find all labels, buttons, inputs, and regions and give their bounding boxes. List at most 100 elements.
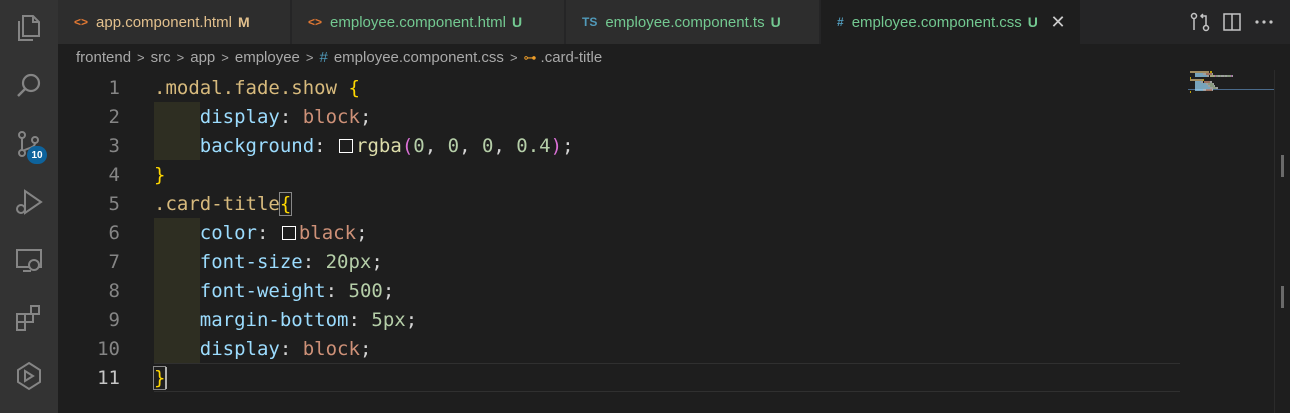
code-token: block [302, 105, 360, 128]
code-token: , [493, 134, 517, 157]
breadcrumb-folder[interactable]: employee [235, 49, 300, 66]
code-line: 7 font-size: 20px; [58, 247, 1180, 276]
minimap-token [1216, 87, 1218, 89]
tab-status: M [237, 14, 250, 30]
tab-employee-component-ts[interactable]: TS employee.component.ts U [566, 0, 820, 44]
code-token: 0.4 [516, 134, 551, 157]
code-token: color [199, 221, 257, 244]
tab-status: U [511, 14, 523, 30]
scrollbar-marker [1281, 155, 1284, 177]
activity-bar: 10 [0, 0, 58, 413]
devops-icon[interactable] [9, 356, 49, 396]
explorer-icon[interactable] [9, 8, 49, 48]
editor-actions [1184, 0, 1280, 44]
code-line: 8 font-weight: 500; [58, 276, 1180, 305]
code-token: 0 [413, 134, 425, 157]
code-token: } [152, 365, 167, 390]
line-number: 11 [97, 366, 120, 389]
line-number: 1 [108, 76, 120, 99]
line-number: 10 [97, 337, 120, 360]
scrollbar-marker [1281, 286, 1284, 308]
line-number: 4 [108, 163, 120, 186]
code-token: { [348, 76, 360, 99]
run-debug-icon[interactable] [9, 182, 49, 222]
code-token: 20px [325, 250, 372, 273]
code-token: : [314, 134, 338, 157]
tab-employee-component-html[interactable]: <> employee.component.html U [292, 0, 565, 44]
breadcrumb-symbol[interactable]: ⊶ .card-title [524, 49, 603, 66]
code-line: 1 .modal.fade.show { [58, 73, 1180, 102]
tab-status: U [1027, 14, 1038, 30]
code-token: ; [382, 279, 395, 302]
tab-status: U [770, 14, 781, 30]
search-icon[interactable] [9, 66, 49, 106]
tab-label: app.component.html [96, 13, 232, 31]
code-token: rgba [356, 134, 402, 157]
breadcrumb-file-label: employee.component.css [333, 48, 504, 66]
code-token: display [199, 105, 280, 128]
code-token: 0 [481, 134, 494, 157]
code-token: .modal.fade.show [154, 76, 338, 99]
breadcrumb-folder[interactable]: src [151, 49, 171, 66]
line-number: 8 [108, 279, 120, 302]
code-token: : [256, 221, 280, 244]
minimap[interactable] [1186, 70, 1274, 413]
typescript-file-icon: TS [582, 15, 598, 29]
compare-changes-icon[interactable] [1184, 6, 1216, 38]
code-token: ; [371, 250, 383, 273]
code-token: background [199, 134, 315, 157]
code-line: 4} [58, 160, 1180, 189]
remote-explorer-icon[interactable] [9, 240, 49, 280]
line-number: 7 [108, 250, 120, 273]
code-token: 0 [447, 134, 460, 157]
code-token: font-weight [199, 279, 326, 302]
code-token: margin-bottom [199, 308, 349, 331]
minimap-token [1232, 75, 1234, 77]
chevron-right-icon: > [176, 49, 185, 65]
code-text: font-size: 20px; [154, 251, 383, 273]
minimap-token [1211, 89, 1213, 91]
breadcrumb: frontend > src > app > employee > # emplo… [58, 44, 1290, 70]
tab-employee-component-css[interactable]: # employee.component.css U ✕ [821, 0, 1081, 44]
chevron-right-icon: > [509, 49, 518, 65]
chevron-right-icon: > [137, 49, 145, 65]
color-swatch[interactable] [339, 138, 354, 153]
vertical-scrollbar[interactable] [1274, 70, 1290, 413]
breadcrumb-folder[interactable]: app [190, 49, 215, 66]
extensions-icon[interactable] [9, 298, 49, 338]
chevron-right-icon: > [221, 49, 229, 65]
code-text: .card-title{ [154, 191, 293, 216]
text-cursor [165, 366, 168, 389]
breadcrumb-file[interactable]: # employee.component.css [320, 49, 504, 66]
code-line: 6 color: black; [58, 218, 1180, 247]
more-actions-icon[interactable] [1248, 6, 1280, 38]
breadcrumb-folder[interactable]: frontend [76, 49, 131, 66]
code-token: ; [562, 134, 574, 157]
code-line: 11} [58, 363, 1180, 392]
code-token: black [298, 221, 357, 244]
line-number: 3 [108, 134, 120, 157]
color-swatch[interactable] [281, 225, 296, 240]
code-token: block [302, 337, 360, 360]
code-token: ; [359, 337, 372, 360]
code-editor[interactable]: 1 .modal.fade.show {2 display: block; 3 ba… [58, 70, 1290, 413]
close-icon[interactable]: ✕ [1048, 12, 1068, 32]
code-token: : [348, 308, 372, 331]
breadcrumb-symbol-label: .card-title [540, 48, 603, 66]
minimap-token [1194, 89, 1204, 91]
split-editor-icon[interactable] [1216, 6, 1248, 38]
current-line-highlight [154, 363, 1180, 392]
code-token: font-size [199, 250, 303, 273]
tab-app-component-html[interactable]: <> app.component.html M [58, 0, 291, 44]
css-selector-icon: ⊶ [523, 49, 537, 65]
line-number: 6 [108, 221, 120, 244]
scm-badge: 10 [27, 146, 47, 164]
code-token: } [154, 163, 166, 186]
code-text: font-weight: 500; [154, 279, 395, 302]
code-line: 10 display: block; [58, 334, 1180, 363]
